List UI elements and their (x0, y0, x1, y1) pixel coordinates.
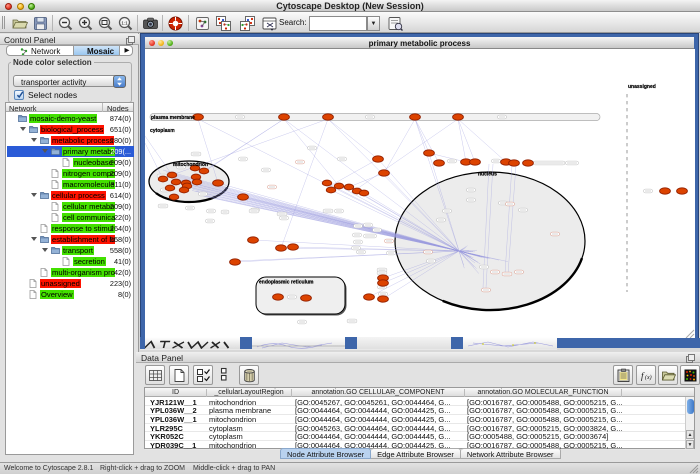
svg-text:unassigned: unassigned (628, 84, 656, 90)
svg-text:plasma membrane: plasma membrane (151, 115, 195, 121)
svg-text:cytoplasm: cytoplasm (150, 128, 175, 134)
svg-text:(x): (x) (645, 374, 652, 381)
svg-text:1:1: 1:1 (121, 20, 128, 25)
svg-text:endoplasmic reticulum: endoplasmic reticulum (259, 280, 314, 286)
svg-text:nucleus: nucleus (478, 172, 497, 178)
svg-text:mitochondrion: mitochondrion (173, 162, 208, 168)
